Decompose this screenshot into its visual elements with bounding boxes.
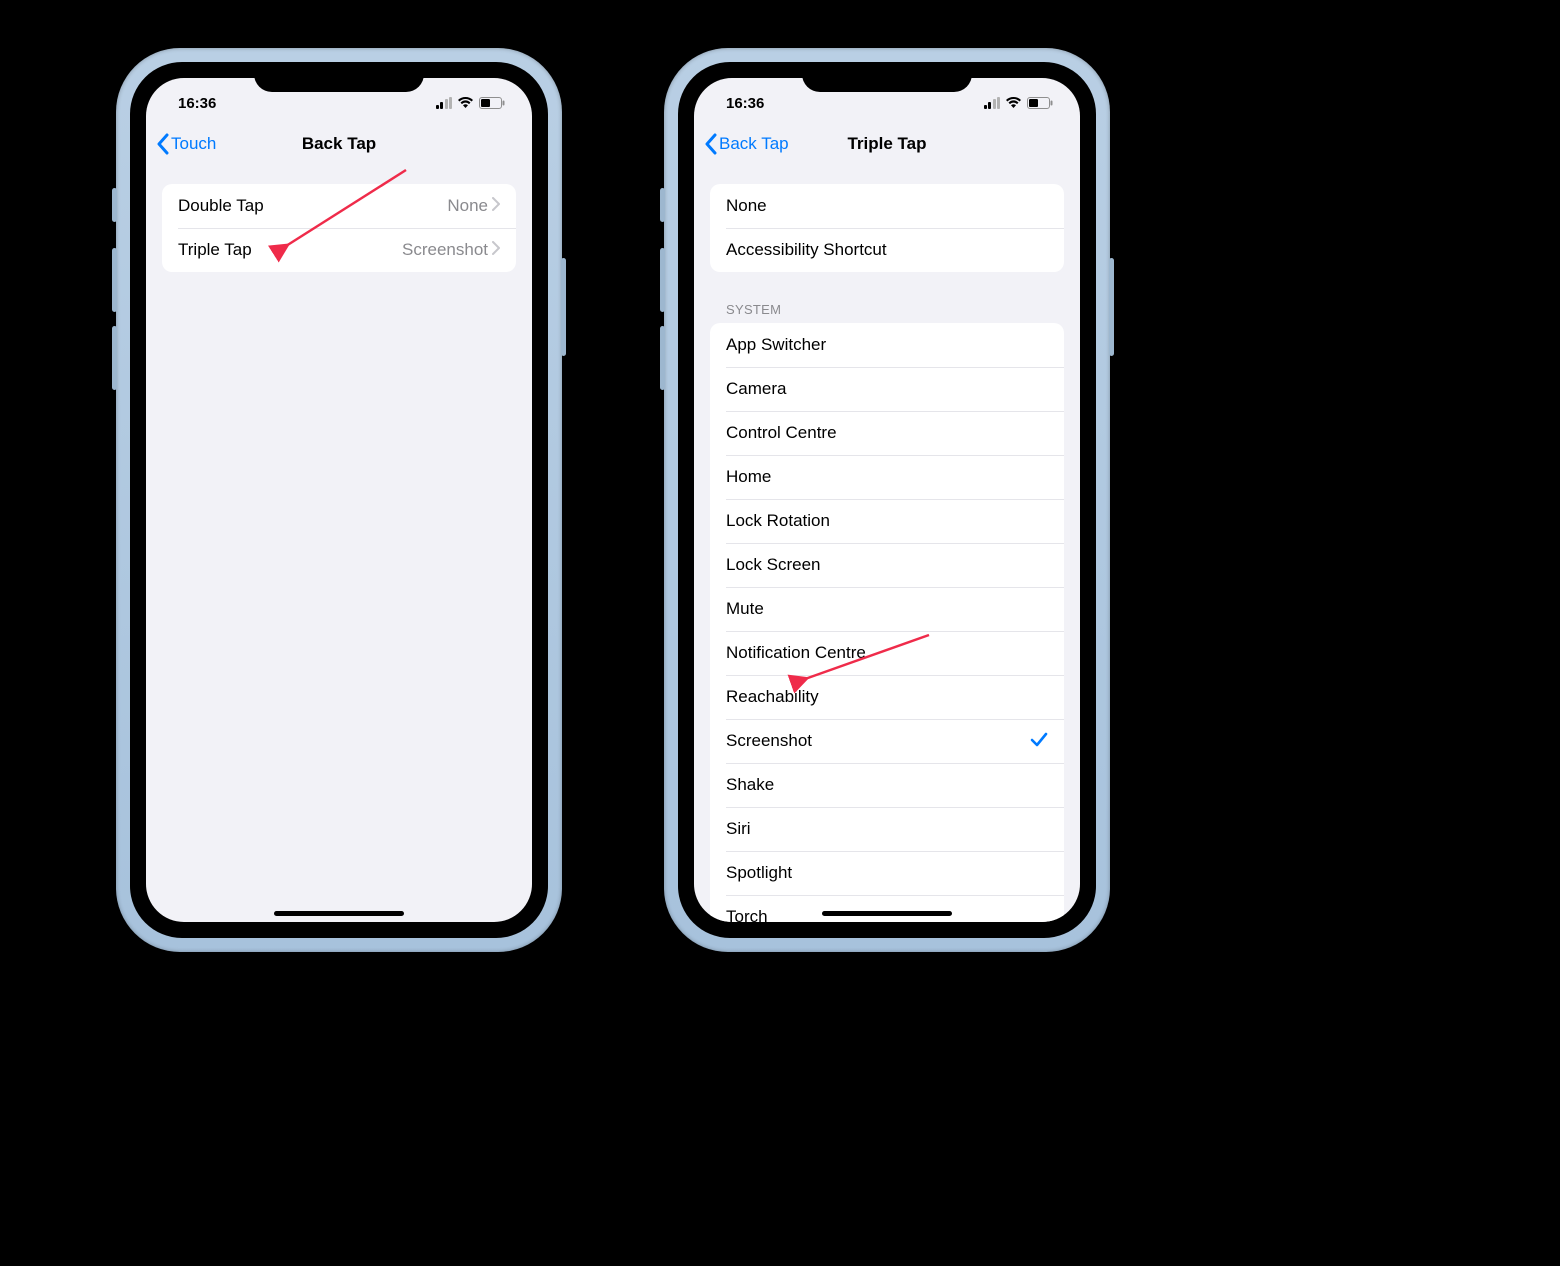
row-siri[interactable]: Siri <box>710 807 1064 851</box>
system-group: App Switcher Camera Control Centre Home … <box>710 323 1064 922</box>
screen-left: 16:36 <box>146 78 532 922</box>
chevron-right-icon <box>492 196 500 216</box>
row-label: None <box>726 196 1048 216</box>
row-home[interactable]: Home <box>710 455 1064 499</box>
row-label: Mute <box>726 599 1048 619</box>
side-button <box>561 258 566 356</box>
status-time: 16:36 <box>718 89 764 112</box>
row-label: Double Tap <box>178 196 447 216</box>
row-screenshot[interactable]: Screenshot <box>710 719 1064 763</box>
row-torch[interactable]: Torch <box>710 895 1064 922</box>
nav-bar: Back Tap Triple Tap <box>694 122 1080 166</box>
screen-right: 16:36 <box>694 78 1080 922</box>
volume-up-button <box>660 248 665 312</box>
row-accessibility-shortcut[interactable]: Accessibility Shortcut <box>710 228 1064 272</box>
row-label: Lock Screen <box>726 555 1048 575</box>
row-spotlight[interactable]: Spotlight <box>710 851 1064 895</box>
row-mute[interactable]: Mute <box>710 587 1064 631</box>
nav-bar: Touch Back Tap <box>146 122 532 166</box>
row-label: Siri <box>726 819 1048 839</box>
row-label: Home <box>726 467 1048 487</box>
row-triple-tap[interactable]: Triple Tap Screenshot <box>162 228 516 272</box>
row-label: Reachability <box>726 687 1048 707</box>
row-double-tap[interactable]: Double Tap None <box>162 184 516 228</box>
chevron-right-icon <box>492 240 500 260</box>
back-tap-group: Double Tap None Triple Tap Screenshot <box>162 184 516 272</box>
row-label: Lock Rotation <box>726 511 1048 531</box>
back-button[interactable]: Touch <box>152 122 220 166</box>
checkmark-icon <box>1030 728 1048 754</box>
chevron-left-icon <box>156 133 169 155</box>
row-notification-centre[interactable]: Notification Centre <box>710 631 1064 675</box>
content-left: Double Tap None Triple Tap Screenshot <box>146 166 532 922</box>
row-label: Accessibility Shortcut <box>726 240 1048 260</box>
row-detail: Screenshot <box>402 240 488 260</box>
row-control-centre[interactable]: Control Centre <box>710 411 1064 455</box>
phone-left: 16:36 <box>116 48 562 952</box>
cellular-signal-icon <box>984 97 1001 109</box>
row-none[interactable]: None <box>710 184 1064 228</box>
row-detail: None <box>447 196 488 216</box>
row-label: Notification Centre <box>726 643 1048 663</box>
phone-right: 16:36 <box>664 48 1110 952</box>
wifi-icon <box>457 97 474 109</box>
volume-down-button <box>660 326 665 390</box>
battery-icon <box>1027 97 1054 109</box>
back-button[interactable]: Back Tap <box>700 122 793 166</box>
silence-switch <box>112 188 117 222</box>
page-title: Triple Tap <box>847 134 926 154</box>
row-camera[interactable]: Camera <box>710 367 1064 411</box>
page-title: Back Tap <box>302 134 376 154</box>
row-reachability[interactable]: Reachability <box>710 675 1064 719</box>
row-label: Spotlight <box>726 863 1048 883</box>
row-lock-rotation[interactable]: Lock Rotation <box>710 499 1064 543</box>
silence-switch <box>660 188 665 222</box>
home-indicator[interactable] <box>274 911 404 916</box>
back-label: Back Tap <box>719 134 789 154</box>
row-app-switcher[interactable]: App Switcher <box>710 323 1064 367</box>
cellular-signal-icon <box>436 97 453 109</box>
top-group: None Accessibility Shortcut <box>710 184 1064 272</box>
battery-icon <box>479 97 506 109</box>
notch <box>254 62 424 92</box>
chevron-left-icon <box>704 133 717 155</box>
row-label: Control Centre <box>726 423 1048 443</box>
system-header: SYSTEM <box>726 302 1048 317</box>
wifi-icon <box>1005 97 1022 109</box>
back-label: Touch <box>171 134 216 154</box>
volume-down-button <box>112 326 117 390</box>
volume-up-button <box>112 248 117 312</box>
status-time: 16:36 <box>170 89 216 112</box>
notch <box>802 62 972 92</box>
row-label: Triple Tap <box>178 240 402 260</box>
row-lock-screen[interactable]: Lock Screen <box>710 543 1064 587</box>
row-label: Screenshot <box>726 731 1030 751</box>
home-indicator[interactable] <box>822 911 952 916</box>
content-right: None Accessibility Shortcut SYSTEM App S… <box>694 166 1080 922</box>
row-label: Shake <box>726 775 1048 795</box>
row-label: Camera <box>726 379 1048 399</box>
side-button <box>1109 258 1114 356</box>
row-label: App Switcher <box>726 335 1048 355</box>
row-shake[interactable]: Shake <box>710 763 1064 807</box>
